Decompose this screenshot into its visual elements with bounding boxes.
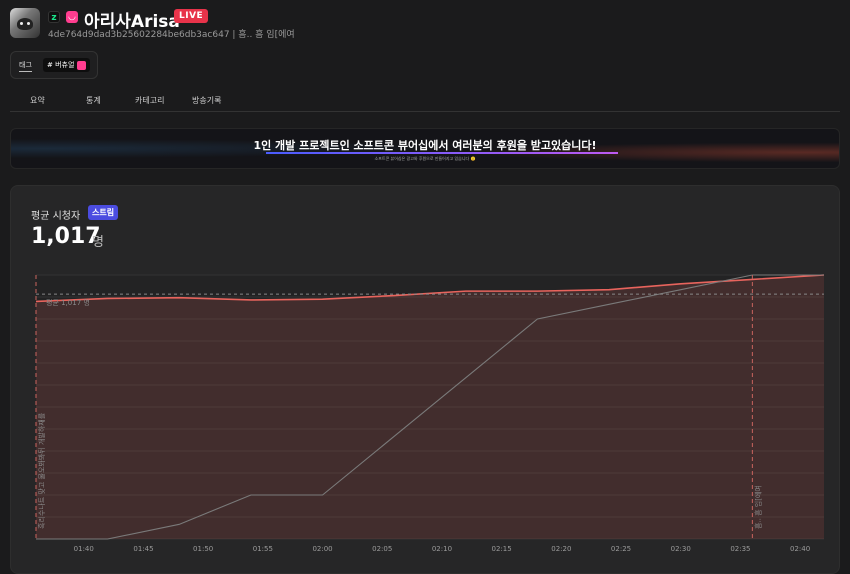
x-tick-label: 02:00 [312, 545, 332, 553]
x-tick-label: 02:10 [432, 545, 452, 553]
x-tick-label: 01:45 [133, 545, 153, 553]
banner-underline [266, 152, 618, 154]
tag-box: 태그 # 버츄얼 [10, 51, 98, 79]
event-marker-label: 흑리수나트 맞고 물오봐봐뒤 개발하재를 [37, 412, 46, 529]
banner-headline: 1인 개발 프로젝트인 소프트콘 뷰어십에서 여러분의 후원을 받고있습니다! [253, 139, 597, 152]
x-tick-label: 01:55 [253, 545, 273, 553]
average-label: 평균 1,017 명 [46, 298, 90, 307]
x-tick-label: 02:05 [372, 545, 392, 553]
tab-broadcast-history[interactable]: 방송기록 [192, 95, 221, 106]
channel-avatar[interactable] [10, 8, 40, 38]
x-tick-label: 02:15 [492, 545, 512, 553]
banner-subtext: 소프트콘 뷰어십은 광고와 후원으로 만들어지고 있습니다 🙂 [374, 156, 476, 161]
tab-summary[interactable]: 요약 [30, 95, 45, 106]
tag-chip-text: # 버츄얼 [47, 61, 75, 69]
tag-platform-icon [77, 60, 87, 70]
x-tick-label: 02:30 [671, 545, 691, 553]
x-tick-label: 01:50 [193, 545, 213, 553]
channel-header: z ◡ 아리사Arisa LIVE 4de764d9dad3b25602284b… [10, 8, 840, 42]
chzzk-platform-icon[interactable]: z [48, 11, 60, 23]
x-tick-label: 01:40 [74, 545, 94, 553]
x-tick-label: 02:20 [551, 545, 571, 553]
soop-platform-icon[interactable]: ◡ [66, 11, 78, 23]
x-tick-label: 02:35 [730, 545, 750, 553]
tab-category[interactable]: 카테고리 [135, 95, 164, 106]
x-tick-label: 02:25 [611, 545, 631, 553]
tag-label: 태그 [19, 60, 32, 72]
support-banner[interactable]: 1인 개발 프로젝트인 소프트콘 뷰어십에서 여러분의 후원을 받고있습니다! … [10, 128, 840, 169]
tab-statistics[interactable]: 통계 [86, 95, 101, 106]
stream-subtitle: 4de764d9dad3b25602284be6db3ac647 | 흠.. 흠… [48, 30, 295, 40]
tag-chip-virtual[interactable]: # 버츄얼 [43, 58, 91, 72]
viewer-chart[interactable]: 평균 1,017 명흑리수나트 맞고 물오봐봐뒤 개발하재를흠.. 흠 임[에여… [11, 186, 839, 573]
viewer-stats-card: 평균 시청자 스트림 1,017 명 평균 1,017 명 흑리수나트 맞고 물오… [10, 185, 840, 574]
live-badge: LIVE [174, 9, 209, 23]
nav-tabs: 요약 통계 카테고리 방송기록 [10, 88, 840, 112]
event-marker-label: 흠.. 흠 임[에여 [753, 485, 762, 529]
x-tick-label: 02:40 [790, 545, 810, 553]
